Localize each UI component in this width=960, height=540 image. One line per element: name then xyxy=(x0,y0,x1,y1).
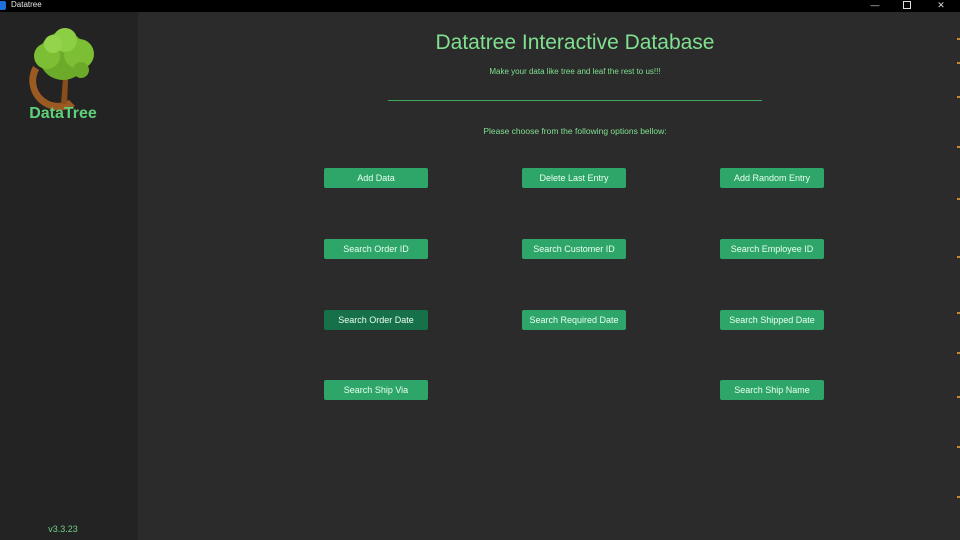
tree-logo-icon xyxy=(29,28,94,111)
search-shipped-date-button[interactable]: Search Shipped Date xyxy=(720,310,824,330)
sidebar: DataTree v3.3.23 xyxy=(0,12,138,540)
minimize-icon: — xyxy=(870,0,880,10)
close-button[interactable]: ✕ xyxy=(926,0,956,12)
add-data-button[interactable]: Add Data xyxy=(324,168,428,188)
brand-name: DataTree xyxy=(29,105,97,122)
tagline: Make your data like tree and leaf the re… xyxy=(489,67,661,76)
page-title: Datatree Interactive Database xyxy=(435,31,715,54)
main-panel: Datatree Interactive Database Make your … xyxy=(138,12,952,540)
divider xyxy=(388,100,762,101)
search-employee-id-button[interactable]: Search Employee ID xyxy=(720,239,824,259)
app-icon xyxy=(0,1,6,10)
search-ship-name-button[interactable]: Search Ship Name xyxy=(720,380,824,400)
close-icon: ✕ xyxy=(937,0,945,10)
search-required-date-button[interactable]: Search Required Date xyxy=(522,310,626,330)
add-random-entry-button[interactable]: Add Random Entry xyxy=(720,168,824,188)
search-order-id-button[interactable]: Search Order ID xyxy=(324,239,428,259)
maximize-icon xyxy=(903,1,911,9)
search-customer-id-button[interactable]: Search Customer ID xyxy=(522,239,626,259)
search-ship-via-button[interactable]: Search Ship Via xyxy=(324,380,428,400)
version-label: v3.3.23 xyxy=(48,524,78,534)
instruction-text: Please choose from the following options… xyxy=(483,126,667,136)
minimize-button[interactable]: — xyxy=(860,0,890,12)
search-order-date-button[interactable]: Search Order Date xyxy=(324,310,428,330)
title-bar: Datatree — ✕ xyxy=(0,0,960,12)
delete-last-entry-button[interactable]: Delete Last Entry xyxy=(522,168,626,188)
maximize-button[interactable] xyxy=(892,0,922,12)
window-title: Datatree xyxy=(11,0,42,9)
